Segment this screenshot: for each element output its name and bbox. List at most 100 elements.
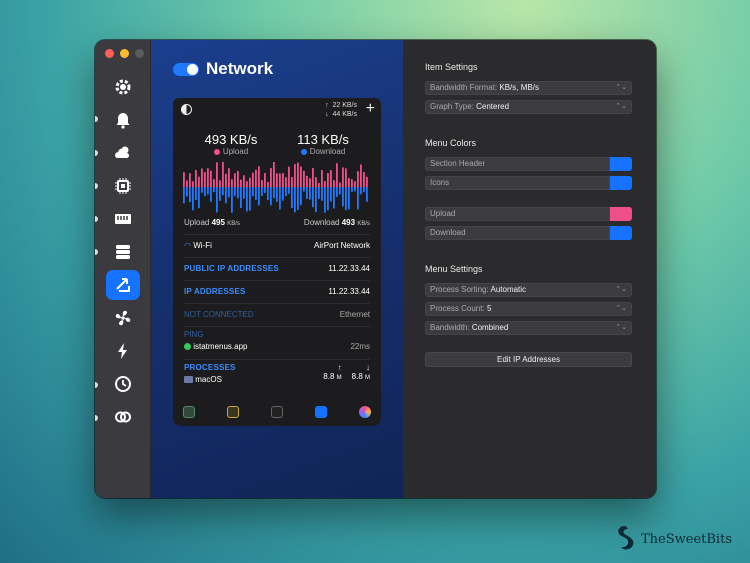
process-count-value: 5 — [486, 304, 492, 313]
process-down-arrow-icon: ↓ — [366, 363, 370, 372]
processes-row[interactable]: PROCESSES macOS ↑ 8.8 M ↓ 8.8 M — [184, 359, 370, 393]
terminal-icon[interactable] — [271, 406, 283, 418]
process-upload: 8.8 — [323, 372, 335, 381]
page-title: Network — [206, 59, 274, 78]
graph-upload-bar — [345, 168, 347, 187]
wifi-value: AirPort Network — [313, 241, 370, 250]
ip-row[interactable]: IP ADDRESSES 11.22.33.44 — [184, 280, 370, 302]
sidebar-item-battery[interactable] — [106, 336, 140, 366]
process-sorting-select[interactable]: Process Sorting: Automatic ⌃⌄ — [425, 283, 632, 297]
icons-swatch[interactable] — [610, 176, 632, 190]
graph-upload-bar — [237, 170, 239, 187]
graph-upload-bar — [273, 161, 275, 187]
graph-upload-bar — [366, 176, 368, 187]
graph-download-bar — [225, 187, 227, 204]
upload-color[interactable]: Upload — [425, 207, 632, 221]
section-header-color[interactable]: Section Header — [425, 157, 632, 171]
sidebar-item-sensors[interactable] — [106, 303, 140, 333]
enable-toggle[interactable] — [173, 62, 199, 76]
graph-download-bar — [303, 187, 305, 192]
graph-download-bar — [282, 187, 284, 201]
graph-download-bar — [201, 187, 203, 193]
sidebar-item-combined[interactable] — [106, 402, 140, 432]
sidebar-item-weather[interactable] — [106, 138, 140, 168]
bolt-icon — [118, 343, 127, 359]
icons-color[interactable]: Icons — [425, 176, 632, 190]
process-sorting-label: Process Sorting: — [430, 285, 489, 294]
rings-icon — [115, 411, 131, 423]
graph-type-select[interactable]: Graph Type: Centered ⌃⌄ — [425, 100, 632, 114]
graph-upload-bar — [270, 168, 272, 187]
ping-host: istatmenus.app — [193, 342, 248, 351]
sidebar-item-disks[interactable] — [106, 237, 140, 267]
sidebar-item-settings[interactable] — [106, 72, 140, 102]
sidebar-item-notifications[interactable] — [106, 105, 140, 135]
add-icon[interactable]: + — [366, 100, 375, 118]
chevron-updown-icon: ⌃⌄ — [615, 286, 627, 293]
graph-upload-bar — [354, 181, 356, 187]
total-download-value: 493 — [341, 218, 356, 227]
graph-download-bar — [288, 187, 290, 194]
sidebar — [95, 40, 151, 498]
wifi-row[interactable]: ◠ Wi-Fi AirPort Network — [184, 234, 370, 256]
graph-download-bar — [264, 187, 266, 193]
ping-value: 22ms — [350, 342, 370, 351]
sidebar-item-network[interactable] — [106, 270, 140, 300]
wifi-label: Wi-Fi — [193, 241, 212, 250]
graph-download-bar — [195, 187, 197, 201]
graph-download-bar — [351, 187, 353, 192]
graph-upload-bar — [333, 180, 335, 187]
graph-download-bar — [228, 187, 230, 198]
graph-download-bar — [330, 187, 332, 202]
upload-rate-label: Upload — [222, 147, 249, 156]
download-swatch[interactable] — [610, 226, 632, 240]
graph-download-bar — [327, 187, 329, 211]
graph-upload-bar — [234, 173, 236, 187]
icons-color-label: Icons — [425, 176, 610, 190]
section-header-swatch[interactable] — [610, 157, 632, 171]
sidebar-item-memory[interactable] — [106, 204, 140, 234]
network-arrows-icon — [116, 278, 130, 292]
download-color[interactable]: Download — [425, 226, 632, 240]
graph-download-bar — [291, 187, 293, 208]
graph-upload-bar — [195, 170, 197, 187]
sidebar-item-cpu[interactable] — [106, 171, 140, 201]
bandwidth-format-select[interactable]: Bandwidth Format: KB/s, MB/s ⌃⌄ — [425, 81, 632, 95]
fan-icon — [115, 310, 131, 326]
graph-download-bar — [279, 187, 281, 210]
upload-swatch[interactable] — [610, 207, 632, 221]
process-download: 8.8 — [351, 372, 363, 381]
graph-upload-bar — [294, 164, 296, 187]
item-settings-header: Item Settings — [425, 62, 478, 72]
sidebar-indicator — [95, 216, 98, 222]
bandwidth-select[interactable]: Bandwidth: Combined ⌃⌄ — [425, 321, 632, 335]
sidebar-indicator — [95, 116, 98, 122]
sidebar-item-time[interactable] — [106, 369, 140, 399]
bandwidth-value: Combined — [471, 323, 509, 332]
graph-download-bar — [207, 187, 209, 195]
bandwidth-format-label: Bandwidth Format: — [430, 83, 498, 92]
sidebar-indicator — [95, 183, 98, 189]
total-download-unit: KB/s — [357, 221, 370, 227]
chevron-updown-icon: ⌃⌄ — [615, 305, 627, 312]
graph-download-bar — [210, 187, 212, 202]
sidebar-indicator — [95, 249, 98, 255]
network-utility-icon[interactable] — [359, 406, 371, 418]
system-info-icon[interactable] — [227, 406, 239, 418]
network-settings-icon[interactable] — [315, 406, 327, 418]
activity-monitor-icon[interactable] — [183, 406, 195, 418]
graph-download-bar — [300, 187, 302, 206]
process-count-select[interactable]: Process Count: 5 ⌃⌄ — [425, 302, 632, 316]
edit-ip-addresses-button[interactable]: Edit IP Addresses — [425, 352, 632, 367]
graph-download-bar — [345, 187, 347, 211]
public-ip-row[interactable]: PUBLIC IP ADDRESSES 11.22.33.44 — [184, 257, 370, 279]
ping-row[interactable]: PING istatmenus.app 22ms — [184, 326, 370, 356]
minimize-button[interactable] — [120, 49, 129, 58]
graph-download-bar — [186, 187, 188, 197]
zoom-button[interactable] — [135, 49, 144, 58]
graph-upload-bar — [306, 175, 308, 187]
download-rate-value: 113 KB/s — [297, 132, 349, 147]
close-button[interactable] — [105, 49, 114, 58]
graph-upload-bar — [252, 172, 254, 187]
graph-download-bar — [339, 187, 341, 195]
